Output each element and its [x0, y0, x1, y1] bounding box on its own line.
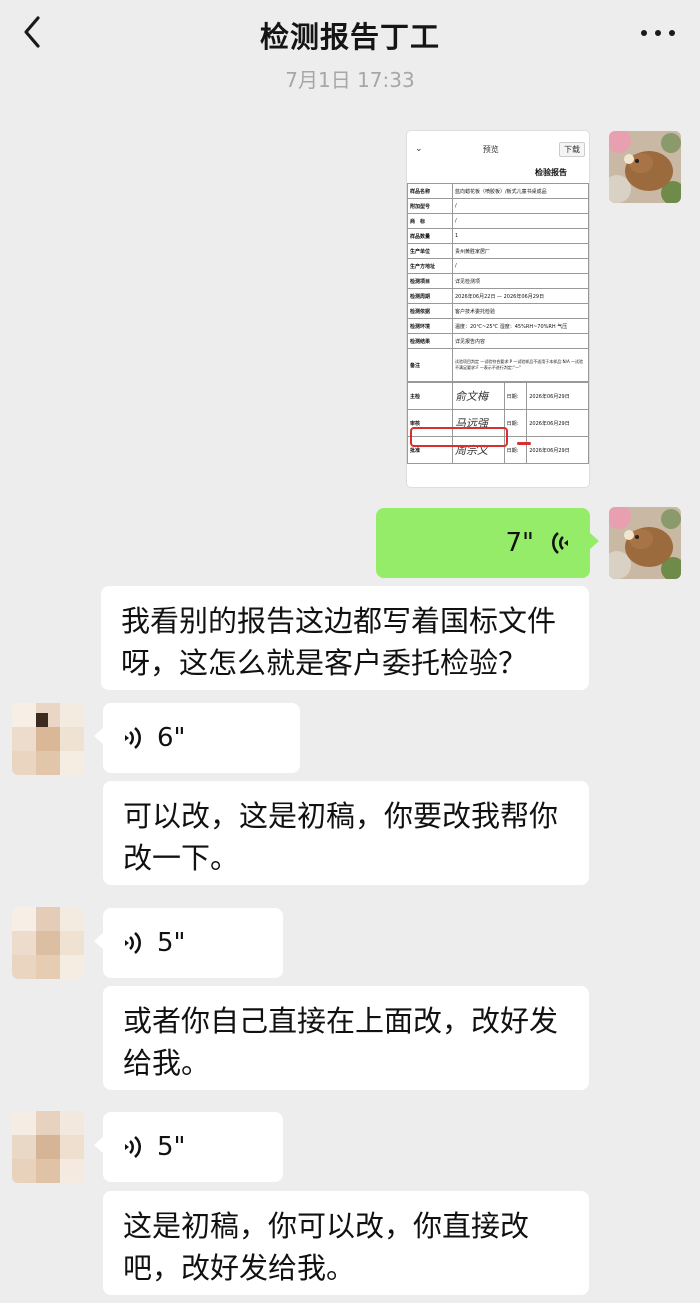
avatar-image — [12, 907, 84, 979]
more-button[interactable] — [638, 14, 678, 50]
contact-avatar[interactable] — [12, 1111, 84, 1183]
highlight-underline — [517, 442, 531, 445]
doc-field-value: 温度：20℃~25℃ 湿度：45%RH~70%RH 气压 — [452, 318, 589, 334]
bubble-tail — [94, 727, 104, 745]
doc-field-value: / — [452, 258, 589, 274]
highlight-box — [410, 427, 508, 447]
voice-content: 6" — [103, 703, 300, 773]
doc-field-value: 试验项目判定 —试验符合要求:P —试验样品不适用于本样品:N/A —试验不满足… — [452, 348, 589, 382]
voice-message[interactable]: 5" — [94, 908, 283, 978]
voice-duration: 6" — [157, 723, 186, 753]
doc-field-label: 样品名称 — [407, 183, 453, 199]
voice-content: 5" — [103, 908, 283, 978]
voice-message[interactable]: 6" — [94, 703, 300, 773]
doc-field-label: 样品数量 — [407, 228, 453, 244]
doc-field-value: / — [452, 213, 589, 229]
text-message[interactable]: 或者你自己直接在上面改，改好发给我。 — [103, 986, 589, 1090]
message-timestamp: 7月1日 17:33 — [285, 68, 415, 90]
doc-toolbar: ⌄ 预览 下载 — [407, 131, 589, 167]
doc-table-row: 生产方地址 / — [407, 258, 589, 274]
doc-table-row: 样品名称 蓝向蜡花板（喷胶板）/板式儿童书桌成品 — [407, 183, 589, 199]
doc-table-row: 商 标 / — [407, 213, 589, 229]
bubble-tail — [94, 932, 104, 950]
doc-signature: 俞文梅 — [452, 382, 505, 410]
more-dots-icon — [641, 30, 675, 36]
self-avatar[interactable] — [609, 507, 681, 579]
message-text: 我看别的报告这边都写着国标文件呀，这怎么就是客户委托检验？ — [121, 604, 557, 680]
doc-field-label: 检测依据 — [407, 303, 453, 319]
message-text: 或者你自己直接在上面改，改好发给我。 — [123, 1004, 559, 1080]
doc-field-label: 备注 — [407, 348, 453, 382]
doc-field-label: 商 标 — [407, 213, 453, 229]
contact-avatar[interactable] — [12, 703, 84, 775]
doc-field-value: 贵州黄胜家居厂 — [452, 243, 589, 259]
doc-date-label: 日期: — [503, 382, 528, 410]
report-image-message[interactable]: ⌄ 预览 下载 检验报告 样品名称 蓝向蜡花板（喷胶板）/板式儿童书桌成品 附加型号… — [407, 131, 589, 487]
doc-table-row: 检测项目 详见检测项 — [407, 273, 589, 289]
voice-duration: 7" — [505, 528, 534, 558]
voice-wave-icon — [125, 1136, 141, 1158]
doc-field-value: 2026年06月22日 — 2026年06月29日 — [452, 288, 589, 304]
avatar-image — [609, 507, 681, 579]
doc-field-label: 生产单位 — [407, 243, 453, 259]
bubble-tail — [589, 532, 599, 550]
voice-wave-icon — [125, 932, 141, 954]
doc-field-value: 详见报告内容 — [452, 333, 589, 349]
voice-wave-icon — [125, 727, 141, 749]
avatar-image — [609, 131, 681, 203]
doc-table-row: 生产单位 贵州黄胜家居厂 — [407, 243, 589, 259]
doc-field-label: 检测结果 — [407, 333, 453, 349]
doc-table-row: 检测环境 温度：20℃~25℃ 湿度：45%RH~70%RH 气压 — [407, 318, 589, 334]
voice-message[interactable]: 5" — [94, 1112, 283, 1182]
doc-field-label: 检测项目 — [407, 273, 453, 289]
doc-table-row: 检测依据 客户技术委托检验 — [407, 303, 589, 319]
doc-report-table: 样品名称 蓝向蜡花板（喷胶板）/板式儿童书桌成品 附加型号 / 商 标 / 样品数量 1 生产单… — [407, 183, 589, 382]
doc-field-label: 生产方地址 — [407, 258, 453, 274]
doc-table-row: 备注 试验项目判定 —试验符合要求:P —试验样品不适用于本样品:N/A —试验不… — [407, 348, 589, 382]
doc-field-label: 检测环境 — [407, 318, 453, 334]
doc-field-value: 1 — [452, 228, 589, 244]
voice-duration: 5" — [157, 928, 186, 958]
message-text: 这是初稿，你可以改，你直接改吧，改好发给我。 — [123, 1209, 530, 1285]
voice-wave-icon — [552, 532, 568, 554]
text-message[interactable]: 可以改，这是初稿，你要改我帮你改一下。 — [103, 781, 589, 885]
doc-date-value: 2026年06月29日 — [526, 436, 589, 464]
doc-field-label: 检测周期 — [407, 288, 453, 304]
bubble-tail — [94, 1136, 104, 1154]
voice-content: 7" — [376, 508, 590, 578]
doc-field-value: / — [452, 198, 589, 214]
contact-avatar[interactable] — [12, 907, 84, 979]
doc-table-row: 样品数量 1 — [407, 228, 589, 244]
avatar-image — [12, 703, 84, 775]
doc-download-button[interactable]: 下载 — [558, 141, 585, 157]
voice-message-self[interactable]: 7" — [376, 508, 599, 578]
text-message[interactable]: 我看别的报告这边都写着国标文件呀，这怎么就是客户委托检验？ — [101, 586, 589, 690]
voice-duration: 5" — [157, 1132, 186, 1162]
doc-date-value: 2026年06月29日 — [526, 382, 589, 410]
doc-report-title: 检验报告 — [535, 168, 567, 177]
chat-header: 检测报告丁工 — [0, 0, 700, 64]
avatar-image — [12, 1111, 84, 1183]
doc-signature-table: 主检 俞文梅 日期: 2026年06月29日 审核 马远强 日期: 2026年06月29日 批准… — [407, 382, 589, 464]
doc-field-value: 客户技术委托检验 — [452, 303, 589, 319]
doc-table-row: 附加型号 / — [407, 198, 589, 214]
doc-chevron-icon[interactable]: ⌄ — [415, 144, 423, 154]
doc-field-value: 蓝向蜡花板（喷胶板）/板式儿童书桌成品 — [452, 183, 589, 199]
chat-title: 检测报告丁工 — [259, 20, 440, 54]
message-text: 可以改，这是初稿，你要改我帮你改一下。 — [123, 799, 559, 875]
doc-signature-role: 主检 — [407, 382, 453, 410]
doc-signature-row: 主检 俞文梅 日期: 2026年06月29日 — [407, 382, 589, 410]
doc-table-row: 检测周期 2026年06月22日 — 2026年06月29日 — [407, 288, 589, 304]
self-avatar[interactable] — [609, 131, 681, 203]
doc-preview-label: 预览 — [482, 144, 499, 154]
doc-date-value: 2026年06月29日 — [526, 409, 589, 437]
text-message[interactable]: 这是初稿，你可以改，你直接改吧，改好发给我。 — [103, 1191, 589, 1295]
doc-table-row: 检测结果 详见报告内容 — [407, 333, 589, 349]
doc-field-value: 详见检测项 — [452, 273, 589, 289]
doc-field-label: 附加型号 — [407, 198, 453, 214]
voice-content: 5" — [103, 1112, 283, 1182]
